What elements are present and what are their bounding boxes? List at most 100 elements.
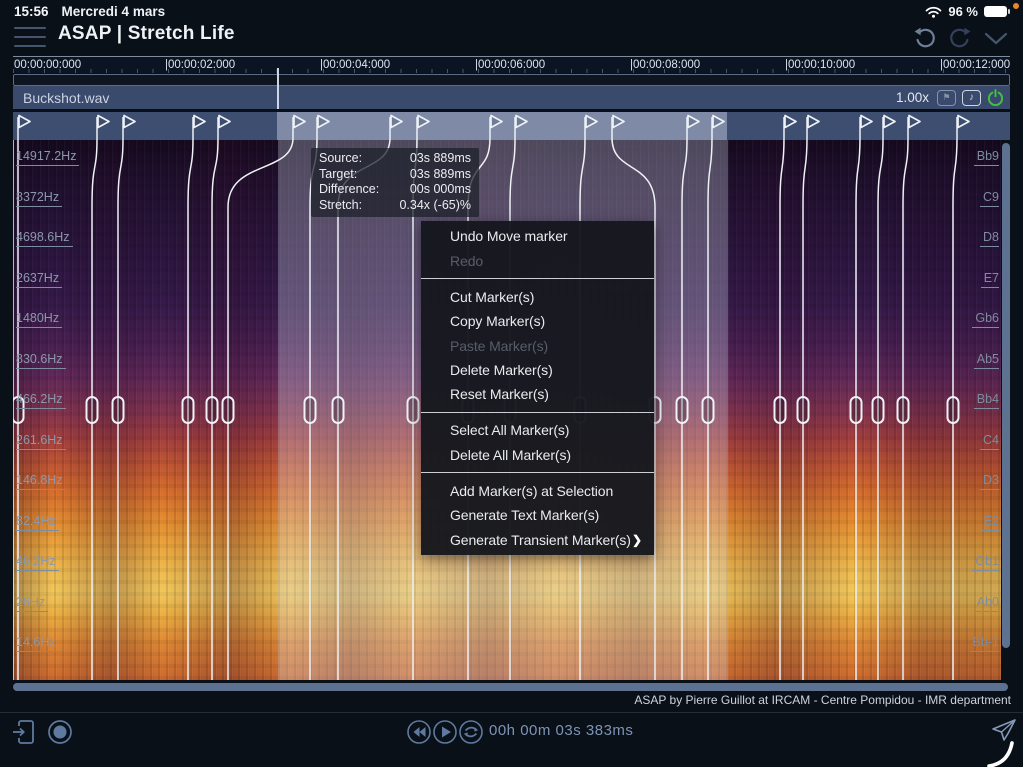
zoom-range-strip[interactable]	[13, 74, 1010, 86]
tooltip-row: Source: 03s 889ms	[319, 151, 471, 167]
note-label: E2	[981, 513, 999, 531]
menu-item[interactable]: Copy Marker(s)	[421, 309, 654, 333]
import-file-icon[interactable]	[12, 717, 38, 747]
battery-percent: 96 %	[948, 4, 978, 19]
freq-label: 1480Hz	[16, 310, 62, 328]
note-label: Gb6	[972, 310, 999, 328]
note-label: Ab5	[974, 351, 999, 369]
note-label: D8	[980, 229, 999, 247]
tooltip-value: 03s 889ms	[410, 151, 471, 167]
menu-item[interactable]: Select All Marker(s)	[421, 418, 654, 442]
freq-label: 14.6Hz	[16, 634, 59, 652]
menu-item-label: Add Marker(s) at Selection	[450, 483, 613, 499]
clock: 15:56	[14, 4, 49, 19]
note-label: C9	[980, 189, 999, 207]
ruler-label: |00:00:06:000	[475, 59, 545, 71]
tooltip-label: Source:	[319, 151, 362, 167]
menu-item[interactable]: Add Marker(s) at Selection	[421, 479, 654, 503]
ruler-label: |00:00:04:000	[320, 59, 390, 71]
freq-label: 830.6Hz	[16, 351, 66, 369]
transport-bar: 00h 00m 03s 383ms	[0, 712, 1023, 767]
note-label: Bb-1	[970, 634, 999, 652]
freq-label: 261.6Hz	[16, 432, 66, 450]
marker-tooltip: Source:03s 889msTarget:03s 889msDifferen…	[311, 148, 479, 217]
record-icon[interactable]	[47, 719, 73, 749]
note-label: Gb1	[972, 553, 999, 571]
timeline-ruler[interactable]: 00:00:00:000|00:00:02:000|00:00:04:000|0…	[13, 56, 1010, 73]
ruler-label: |00:00:08:000	[630, 59, 700, 71]
freq-label: 466.2Hz	[16, 391, 66, 409]
freq-label: 26Hz	[16, 594, 48, 612]
title-bar: ASAP | Stretch Life	[0, 20, 1023, 54]
menu-item: Paste Marker(s)	[421, 333, 654, 357]
power-icon[interactable]	[987, 89, 1004, 106]
battery-icon	[984, 6, 1007, 17]
freq-label: 2637Hz	[16, 270, 62, 288]
playhead[interactable]	[277, 68, 279, 109]
note-label: D3	[980, 472, 999, 490]
freq-label: 82.4Hz	[16, 513, 59, 531]
track-name: Buckshot.wav	[23, 90, 109, 106]
menu-hamburger-icon[interactable]	[14, 27, 46, 47]
menu-item-label: Copy Marker(s)	[450, 313, 545, 329]
menu-item[interactable]: Generate Transient Marker(s)❯	[421, 528, 654, 552]
freq-label: 8372Hz	[16, 189, 62, 207]
menu-item-label: Delete Marker(s)	[450, 362, 553, 378]
menu-item[interactable]: Delete Marker(s)	[421, 358, 654, 382]
app-screen: 15:56 Mercredi 4 mars 96 % ASAP | Stretc…	[0, 0, 1023, 767]
footer: ASAP by Pierre Guillot at IRCAM - Centre…	[0, 691, 1023, 712]
tooltip-row: Difference: 00s 000ms	[319, 182, 471, 198]
redo-icon[interactable]	[948, 26, 972, 50]
freq-label: 146.8Hz	[16, 472, 66, 490]
menu-item-label: Reset Marker(s)	[450, 386, 549, 402]
wifi-icon	[925, 6, 942, 18]
marker-strip[interactable]	[13, 112, 1010, 140]
menu-item[interactable]: Generate Text Marker(s)	[421, 503, 654, 527]
playback-rate[interactable]: 1.00x	[896, 90, 929, 105]
menu-item[interactable]: Cut Marker(s)	[421, 285, 654, 309]
music-note-icon[interactable]: ♪	[962, 90, 981, 106]
context-menu: Undo Move marker Redo Cut Marker(s) Copy Ma…	[421, 221, 654, 555]
app-title: ASAP | Stretch Life	[58, 23, 235, 45]
menu-item-label: Generate Transient Marker(s)	[450, 532, 631, 548]
menu-divider	[421, 278, 654, 279]
ruler-label: 00:00:00:000	[14, 59, 81, 71]
freq-label: 46.2Hz	[16, 553, 59, 571]
menu-item-label: Cut Marker(s)	[450, 289, 534, 305]
collapse-chevron-icon[interactable]	[983, 28, 1009, 48]
undo-icon[interactable]	[913, 26, 937, 50]
tooltip-label: Stretch:	[319, 198, 362, 214]
tooltip-value: 0.34x (-65)%	[399, 198, 471, 214]
loop-icon[interactable]	[458, 719, 484, 749]
ruler-label: |00:00:10:000	[785, 59, 855, 71]
play-icon[interactable]	[432, 719, 458, 749]
menu-item[interactable]: Reset Marker(s)	[421, 382, 654, 406]
rewind-icon[interactable]	[406, 719, 432, 749]
menu-item-label: Generate Text Marker(s)	[450, 507, 599, 523]
menu-item[interactable]: Undo Move marker	[421, 224, 654, 248]
menu-item-label: Paste Marker(s)	[450, 338, 548, 354]
vertical-scrollbar[interactable]	[1002, 143, 1010, 648]
menu-item: Redo	[421, 248, 654, 272]
note-label: E7	[981, 270, 999, 288]
note-label: C4	[980, 432, 999, 450]
tooltip-value: 00s 000ms	[410, 182, 471, 198]
menu-item[interactable]: Delete All Marker(s)	[421, 443, 654, 467]
microphone-indicator-dot	[1013, 3, 1019, 9]
marker-badge-icon[interactable]: ⚑	[937, 90, 956, 106]
horizontal-scrollbar[interactable]	[13, 683, 1008, 691]
note-label: Bb9	[974, 148, 999, 166]
freq-label: 4698.6Hz	[16, 229, 73, 247]
tooltip-label: Difference:	[319, 182, 379, 198]
tooltip-label: Target:	[319, 167, 357, 183]
ruler-label: |00:00:12:000	[940, 59, 1010, 71]
note-label: Bb4	[974, 391, 999, 409]
corner-arc-decoration	[985, 736, 1015, 767]
tooltip-value: 03s 889ms	[410, 167, 471, 183]
tooltip-row: Stretch: 0.34x (-65)%	[319, 198, 471, 214]
time-display: 00h 00m 03s 383ms	[489, 722, 633, 739]
credit-text: ASAP by Pierre Guillot at IRCAM - Centre…	[634, 693, 1011, 707]
track-bar[interactable]: Buckshot.wav 1.00x ⚑ ♪	[13, 86, 1010, 109]
menu-item-label: Undo Move marker	[450, 228, 567, 244]
note-label: Ab0	[974, 594, 999, 612]
